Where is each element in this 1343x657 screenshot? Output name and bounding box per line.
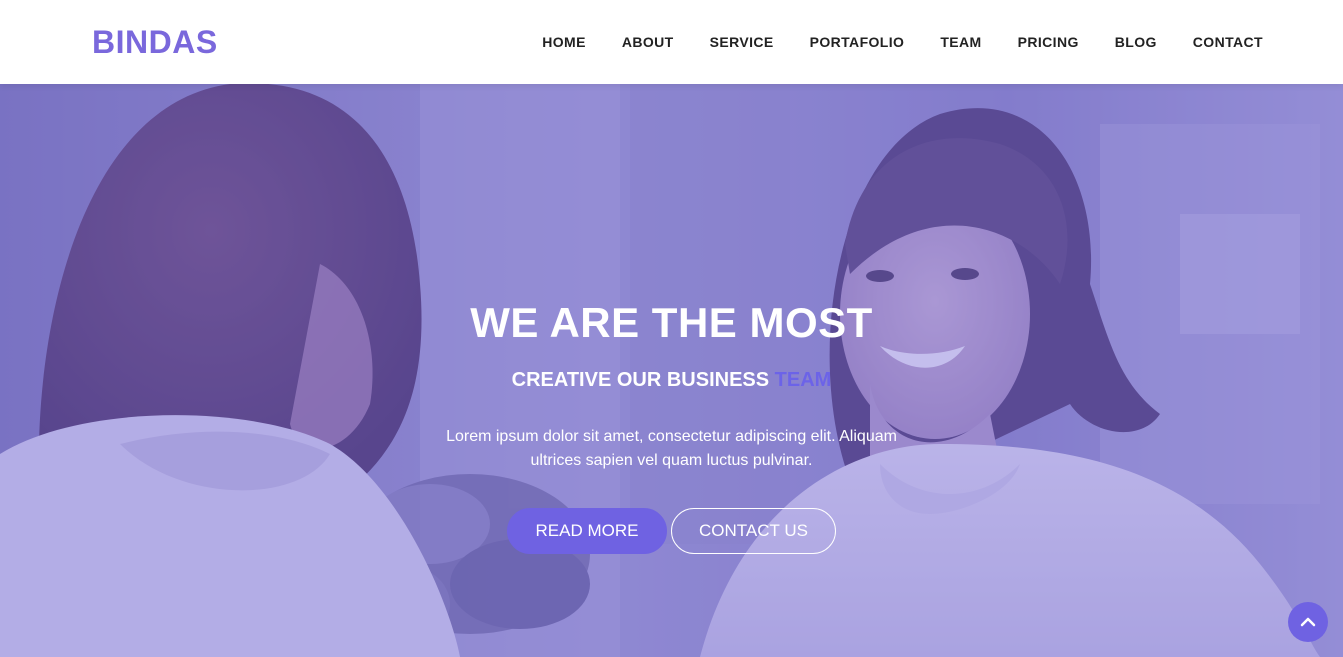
nav-link-portafolio[interactable]: PORTAFOLIO [810, 32, 905, 52]
hero-subtitle-text: CREATIVE OUR BUSINESS [511, 369, 770, 391]
read-more-button[interactable]: READ MORE [507, 508, 667, 554]
nav-link-service[interactable]: SERVICE [710, 32, 774, 52]
hero-title: WE ARE THE MOST [470, 299, 873, 346]
hero-content: WE ARE THE MOST CREATIVE OUR BUSINESS TE… [0, 84, 1343, 657]
main-nav: HOME ABOUT SERVICE PORTAFOLIO TEAM PRICI… [542, 32, 1263, 52]
nav-link-team[interactable]: TEAM [940, 32, 981, 52]
nav-link-pricing[interactable]: PRICING [1018, 32, 1079, 52]
nav-link-about[interactable]: ABOUT [622, 32, 674, 52]
hero-section: WE ARE THE MOST CREATIVE OUR BUSINESS TE… [0, 84, 1343, 657]
chevron-up-icon [1300, 617, 1316, 627]
site-header: BINDAS HOME ABOUT SERVICE PORTAFOLIO TEA… [0, 0, 1343, 84]
hero-subtitle-accent: TEAM [774, 369, 832, 391]
hero-description: Lorem ipsum dolor sit amet, consectetur … [446, 428, 897, 469]
scroll-to-top-button[interactable] [1288, 602, 1328, 642]
nav-link-contact[interactable]: CONTACT [1193, 32, 1263, 52]
nav-link-home[interactable]: HOME [542, 32, 586, 52]
nav-link-blog[interactable]: BLOG [1115, 32, 1157, 52]
hero-buttons: READ MORE CONTACT US [507, 508, 836, 554]
site-logo[interactable]: BINDAS [92, 22, 218, 62]
hero-subtitle: CREATIVE OUR BUSINESS TEAM [0, 366, 1343, 394]
contact-us-button[interactable]: CONTACT US [671, 508, 836, 554]
